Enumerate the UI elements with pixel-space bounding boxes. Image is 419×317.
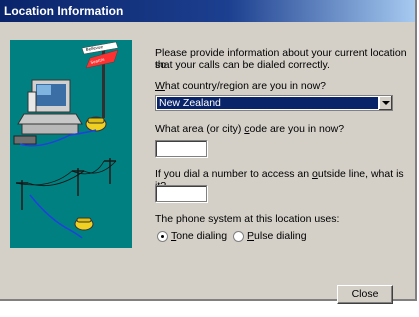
intro-text-line2: that your calls can be dialed correctly. — [155, 59, 330, 71]
pulse-dialing-radio[interactable] — [233, 231, 244, 242]
location-information-dialog: Location Information Bellevue Seattle Pl… — [0, 0, 417, 304]
phone-system-label: The phone system at this location uses: — [155, 213, 340, 225]
outside-line-input[interactable] — [155, 185, 207, 202]
phone-network-illustration: Bellevue Seattle — [10, 40, 132, 248]
tone-dialing-radio[interactable] — [157, 231, 168, 242]
area-code-input[interactable] — [155, 140, 207, 157]
country-label: What country/region are you in now? — [155, 80, 327, 92]
pulse-dialing-label[interactable]: Pulse dialing — [247, 230, 307, 242]
dialog-title: Location Information — [4, 4, 124, 18]
close-button[interactable]: Close — [337, 285, 393, 304]
phone-icon — [74, 217, 94, 231]
dropdown-arrow-icon[interactable] — [378, 96, 392, 110]
phone-icon — [85, 116, 107, 132]
country-selected-value: New Zealand — [157, 97, 380, 109]
area-code-label: What area (or city) code are you in now? — [155, 123, 345, 135]
tone-dialing-label[interactable]: Tone dialing — [171, 230, 227, 242]
title-bar: Location Information — [0, 0, 415, 22]
country-select[interactable]: New Zealand — [155, 95, 393, 111]
